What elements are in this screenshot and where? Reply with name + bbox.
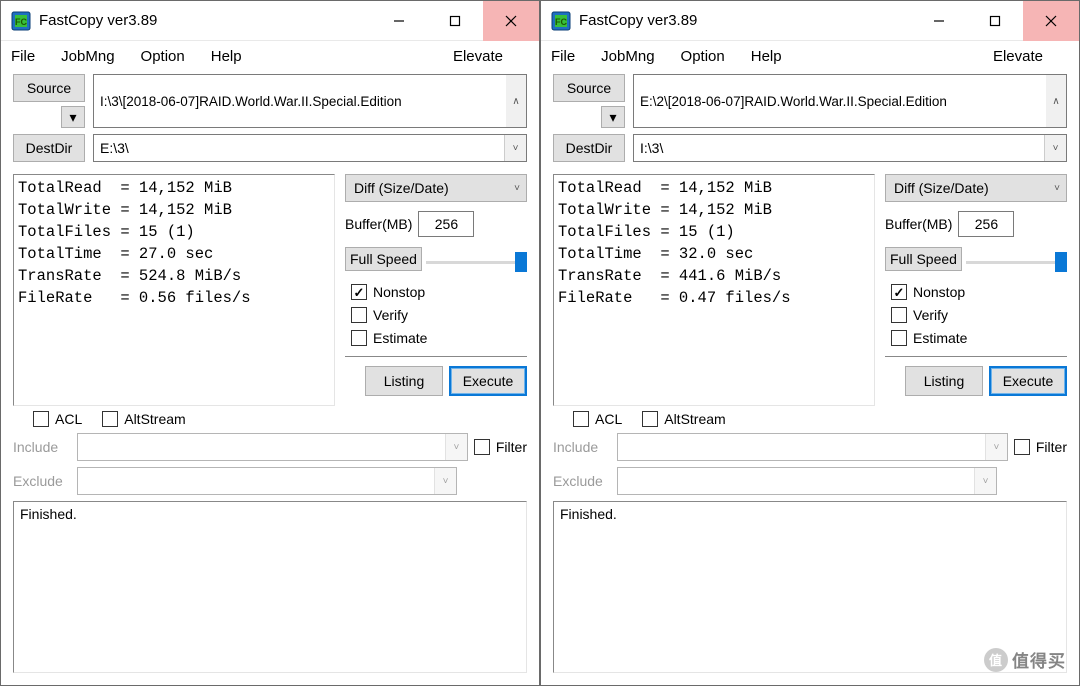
titlebar[interactable]: FC FastCopy ver3.89 (541, 1, 1079, 41)
menu-elevate[interactable]: Elevate (453, 48, 503, 65)
menubar: File JobMng Option Help Elevate (1, 41, 539, 71)
speed-label[interactable]: Full Speed (345, 247, 422, 271)
scroll-up-icon[interactable]: ∧ (506, 75, 526, 127)
menu-help[interactable]: Help (751, 48, 782, 65)
log-output: Finished. (13, 501, 527, 673)
estimate-checkbox[interactable]: Estimate (891, 330, 1061, 346)
acl-checkbox[interactable]: ACL (33, 411, 82, 427)
maximize-button[interactable] (427, 1, 483, 41)
buffer-label: Buffer(MB) (345, 216, 412, 232)
source-button[interactable]: Source (553, 74, 625, 102)
destdir-input[interactable]: E:\3\ ˅ (93, 134, 527, 162)
window-title: FastCopy ver3.89 (39, 12, 371, 29)
fastcopy-window: FC FastCopy ver3.89 File JobMng Option H… (0, 0, 540, 686)
verify-checkbox[interactable]: Verify (891, 307, 1061, 323)
execute-button[interactable]: Execute (989, 366, 1067, 396)
destdir-button[interactable]: DestDir (13, 134, 85, 162)
watermark-icon: 值 (984, 648, 1008, 672)
altstream-checkbox[interactable]: AltStream (642, 411, 725, 427)
estimate-checkbox[interactable]: Estimate (351, 330, 521, 346)
altstream-checkbox[interactable]: AltStream (102, 411, 185, 427)
source-path: I:\3\[2018-06-07]RAID.World.War.II.Speci… (94, 75, 506, 127)
listing-button[interactable]: Listing (365, 366, 443, 396)
execute-button[interactable]: Execute (449, 366, 527, 396)
source-history-button[interactable]: ▾ (61, 106, 85, 128)
acl-checkbox[interactable]: ACL (573, 411, 622, 427)
menu-help[interactable]: Help (211, 48, 242, 65)
destdir-button[interactable]: DestDir (553, 134, 625, 162)
close-button[interactable] (483, 1, 539, 41)
svg-text:FC: FC (15, 17, 27, 27)
nonstop-checkbox[interactable]: Nonstop (891, 284, 1061, 300)
app-icon: FC (11, 11, 31, 31)
source-button[interactable]: Source (13, 74, 85, 102)
svg-text:FC: FC (555, 17, 567, 27)
options-panel: Diff (Size/Date)˅ Buffer(MB) 256 Full Sp… (885, 174, 1067, 406)
fastcopy-window: FC FastCopy ver3.89 File JobMng Option H… (540, 0, 1080, 686)
menu-jobmng[interactable]: JobMng (601, 48, 654, 65)
exclude-input: ˅ (77, 467, 457, 495)
exclude-label: Exclude (13, 473, 71, 489)
verify-checkbox[interactable]: Verify (351, 307, 521, 323)
chevron-down-icon[interactable]: ˅ (1044, 135, 1066, 161)
exclude-label: Exclude (553, 473, 611, 489)
menu-elevate[interactable]: Elevate (993, 48, 1043, 65)
source-path: E:\2\[2018-06-07]RAID.World.War.II.Speci… (634, 75, 1046, 127)
titlebar[interactable]: FC FastCopy ver3.89 (1, 1, 539, 41)
listing-button[interactable]: Listing (905, 366, 983, 396)
minimize-button[interactable] (911, 1, 967, 41)
mode-select[interactable]: Diff (Size/Date)˅ (345, 174, 527, 202)
buffer-label: Buffer(MB) (885, 216, 952, 232)
maximize-button[interactable] (967, 1, 1023, 41)
menu-file[interactable]: File (551, 48, 575, 65)
mode-select[interactable]: Diff (Size/Date)˅ (885, 174, 1067, 202)
filter-checkbox[interactable]: Filter (474, 439, 527, 455)
menubar: File JobMng Option Help Elevate (541, 41, 1079, 71)
menu-option[interactable]: Option (681, 48, 725, 65)
speed-slider[interactable] (966, 249, 1067, 269)
scroll-up-icon[interactable]: ∧ (1046, 75, 1066, 127)
menu-file[interactable]: File (11, 48, 35, 65)
destdir-path: I:\3\ (634, 140, 1044, 156)
source-input[interactable]: E:\2\[2018-06-07]RAID.World.War.II.Speci… (633, 74, 1067, 128)
nonstop-checkbox[interactable]: Nonstop (351, 284, 521, 300)
menu-option[interactable]: Option (141, 48, 185, 65)
destdir-path: E:\3\ (94, 140, 504, 156)
destdir-input[interactable]: I:\3\ ˅ (633, 134, 1067, 162)
filter-checkbox[interactable]: Filter (1014, 439, 1067, 455)
speed-slider[interactable] (426, 249, 527, 269)
exclude-input: ˅ (617, 467, 997, 495)
menu-jobmng[interactable]: JobMng (61, 48, 114, 65)
minimize-button[interactable] (371, 1, 427, 41)
stats-panel: TotalRead = 14,152 MiB TotalWrite = 14,1… (553, 174, 875, 406)
close-button[interactable] (1023, 1, 1079, 41)
source-input[interactable]: I:\3\[2018-06-07]RAID.World.War.II.Speci… (93, 74, 527, 128)
include-label: Include (553, 439, 611, 455)
include-input: ˅ (617, 433, 1008, 461)
chevron-down-icon[interactable]: ˅ (504, 135, 526, 161)
buffer-input[interactable]: 256 (958, 211, 1014, 237)
buffer-input[interactable]: 256 (418, 211, 474, 237)
watermark: 值 值得买 (984, 647, 1066, 672)
window-title: FastCopy ver3.89 (579, 12, 911, 29)
app-icon: FC (551, 11, 571, 31)
include-input: ˅ (77, 433, 468, 461)
include-label: Include (13, 439, 71, 455)
source-history-button[interactable]: ▾ (601, 106, 625, 128)
speed-label[interactable]: Full Speed (885, 247, 962, 271)
options-panel: Diff (Size/Date)˅ Buffer(MB) 256 Full Sp… (345, 174, 527, 406)
stats-panel: TotalRead = 14,152 MiB TotalWrite = 14,1… (13, 174, 335, 406)
